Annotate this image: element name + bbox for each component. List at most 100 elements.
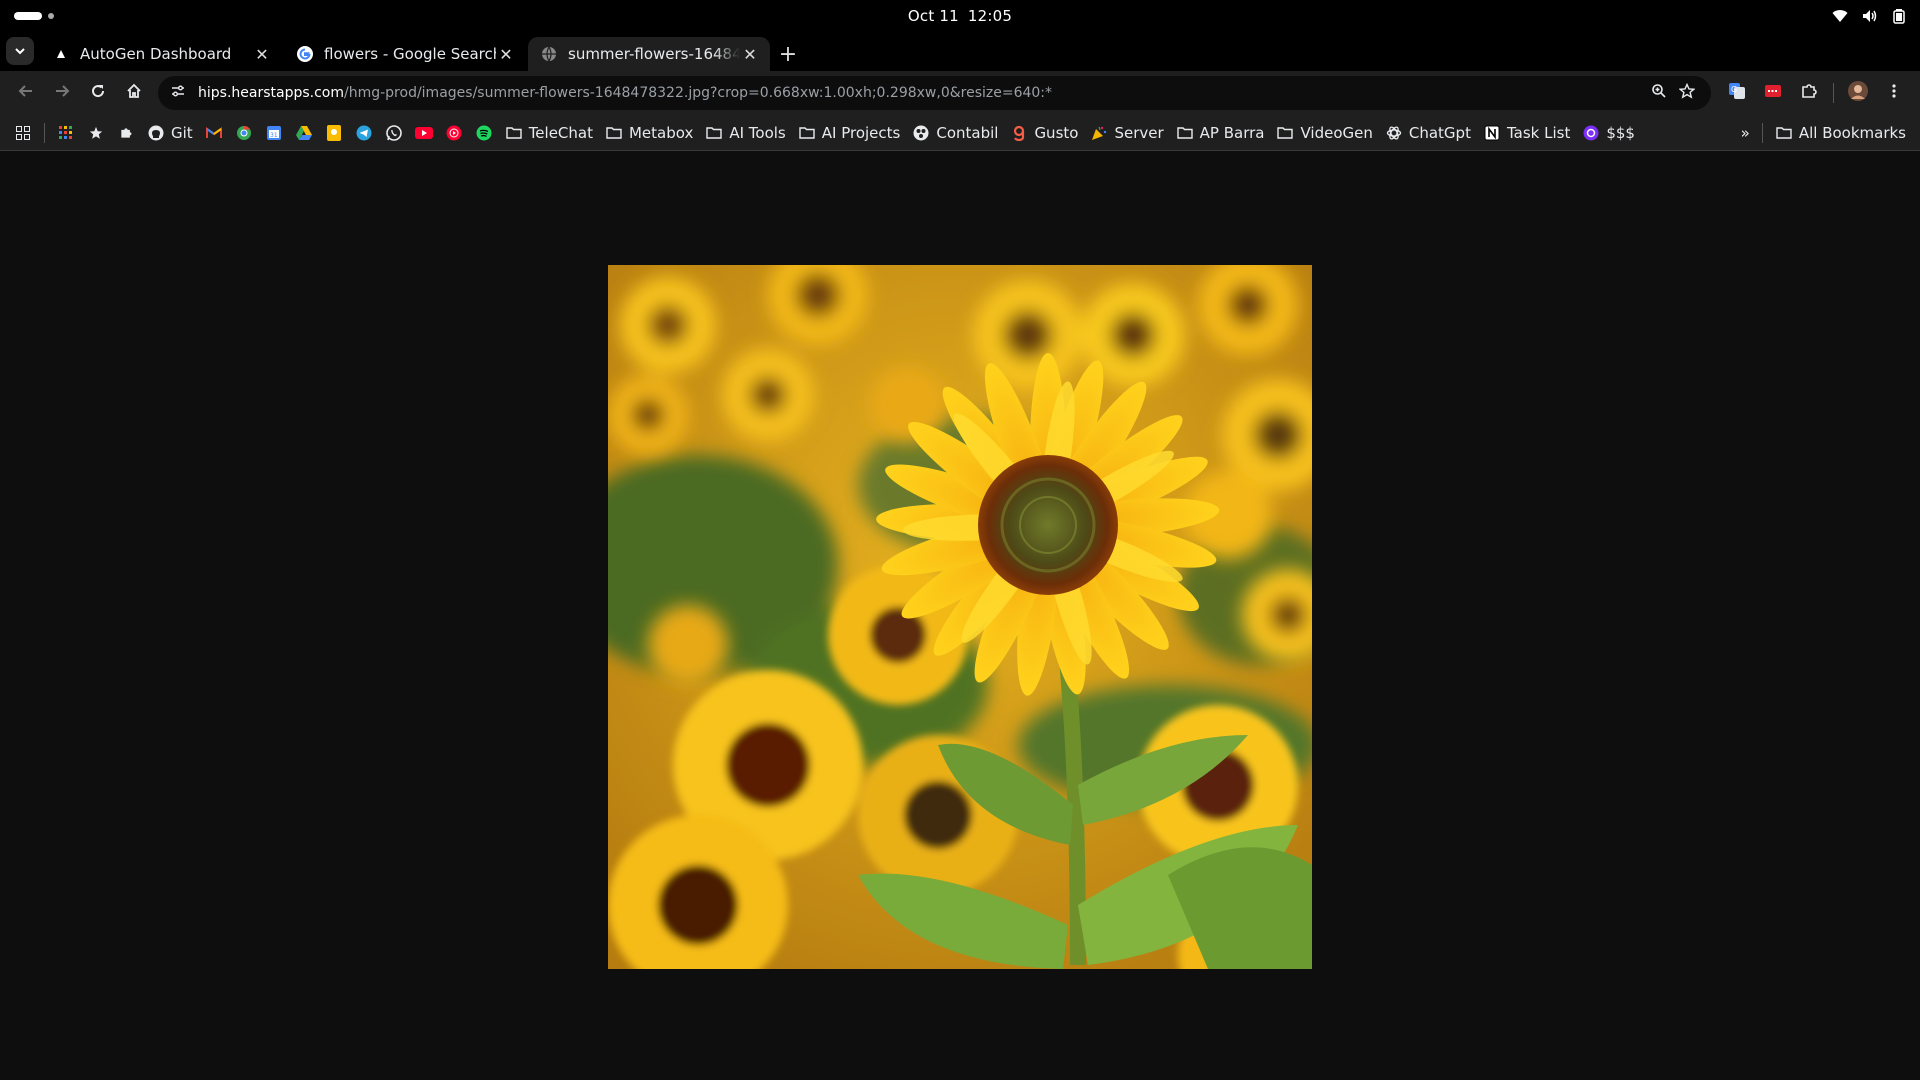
bookmark-label: VideoGen [1300, 123, 1373, 142]
autogen-triangle-icon [52, 45, 70, 63]
site-settings-icon[interactable] [170, 83, 186, 103]
bookmark-task-list[interactable]: Task List [1477, 119, 1576, 147]
back-button[interactable] [8, 75, 44, 111]
tab-autogen-dashboard[interactable]: AutoGen Dashboard ✕ [40, 37, 282, 71]
chrome-app-icon [235, 124, 253, 142]
bookmark-git[interactable]: Git [141, 119, 199, 147]
system-clock[interactable]: Oct 11 12:05 [906, 7, 1014, 25]
bookmark-keep[interactable] [319, 119, 349, 147]
bookmark-chatgpt[interactable]: ChatGpt [1379, 119, 1477, 147]
bookmark-label: AI Tools [729, 123, 786, 142]
forward-button[interactable] [44, 75, 80, 111]
bookmark-label: TeleChat [528, 123, 593, 142]
telegram-icon [355, 124, 373, 142]
close-icon[interactable]: ✕ [496, 44, 516, 64]
reload-button[interactable] [80, 75, 116, 111]
bookmarks-bar: Git 31 TeleChat Metabox AI Tools AI Proj… [0, 115, 1920, 151]
bookmark-whatsapp[interactable] [379, 119, 409, 147]
bookmark-label: Server [1114, 123, 1164, 142]
bookmark-folder-ai-projects[interactable]: AI Projects [792, 119, 907, 147]
sunflower-image[interactable] [608, 265, 1312, 969]
bookmark-label: $$$ [1606, 123, 1635, 142]
notion-icon [1483, 124, 1501, 142]
bookmark-label: ChatGpt [1408, 123, 1471, 142]
svg-text:G: G [1731, 85, 1737, 94]
bookmark-star[interactable] [81, 119, 111, 147]
youtube-music-icon [445, 124, 463, 142]
avatar [1847, 80, 1869, 106]
bookmark-apps[interactable] [8, 119, 38, 147]
puzzle-icon [117, 124, 135, 142]
globe-icon [540, 45, 558, 63]
bookmark-drive[interactable] [289, 119, 319, 147]
new-tab-button[interactable]: + [772, 37, 804, 71]
bookmark-chrome-app[interactable] [229, 119, 259, 147]
bookmark-spotify[interactable] [469, 119, 499, 147]
bookmark-label: AP Barra [1199, 123, 1265, 142]
spotify-icon [475, 124, 493, 142]
bookmark-puzzle[interactable] [111, 119, 141, 147]
sunflower-photo-illustration [608, 265, 1312, 969]
gusto-icon [1010, 124, 1028, 142]
profile-button[interactable] [1840, 75, 1876, 111]
calendar-icon: 31 [265, 124, 283, 142]
activities-button[interactable] [14, 11, 54, 20]
bookmark-label: AI Projects [821, 123, 901, 142]
close-icon[interactable]: ✕ [252, 44, 272, 64]
bookmark-label: Task List [1506, 123, 1571, 142]
contabil-icon [912, 124, 930, 142]
bookmark-gusto[interactable]: Gusto [1004, 119, 1084, 147]
url-text[interactable]: hips.hearstapps.com/hmg-prod/images/summ… [198, 85, 1645, 101]
folder-icon [505, 124, 523, 142]
chevron-double-right-icon: » [1740, 123, 1750, 142]
bookmark-folder-telechat[interactable]: TeleChat [499, 119, 599, 147]
bookmark-label: Contabil [936, 123, 999, 142]
bookmark-folder-ai-tools[interactable]: AI Tools [699, 119, 791, 147]
tab-search-button[interactable] [6, 37, 34, 65]
bookmark-money[interactable]: $$$ [1576, 119, 1641, 147]
zoom-button[interactable] [1645, 79, 1673, 107]
bookmark-telegram[interactable] [349, 119, 379, 147]
tab-summer-flowers[interactable]: summer-flowers-1648478322 ✕ [528, 37, 770, 71]
google-g-icon [296, 45, 314, 63]
url-host: hips.hearstapps.com [198, 85, 344, 101]
all-bookmarks-button[interactable]: All Bookmarks [1769, 119, 1912, 147]
svg-text:31: 31 [270, 132, 278, 139]
system-tray[interactable] [1832, 8, 1906, 24]
bookmark-star-button[interactable] [1673, 79, 1701, 107]
bookmark-folder-ap-barra[interactable]: AP Barra [1170, 119, 1271, 147]
bookmarks-divider [44, 122, 45, 143]
bookmark-label: Metabox [628, 123, 694, 142]
tab-title: flowers - Google Search [324, 45, 496, 63]
red-extension[interactable] [1755, 75, 1791, 111]
menu-button[interactable] [1876, 75, 1912, 111]
bookmark-label: Gusto [1034, 123, 1079, 142]
address-bar[interactable]: hips.hearstapps.com/hmg-prod/images/summ… [158, 76, 1711, 110]
bookmark-server[interactable]: Server [1084, 119, 1169, 147]
tab-flowers-google-search[interactable]: flowers - Google Search ✕ [284, 37, 526, 71]
volume-icon [1862, 9, 1878, 23]
bookmark-contabil[interactable]: Contabil [906, 119, 1004, 147]
bookmark-youtube[interactable] [409, 119, 439, 147]
google-translate-extension[interactable]: G [1719, 75, 1755, 111]
extensions-button[interactable] [1791, 75, 1827, 111]
bookmark-calendar[interactable]: 31 [259, 119, 289, 147]
tab-strip: AutoGen Dashboard ✕ flowers - Google Sea… [0, 31, 1920, 71]
bookmark-label: All Bookmarks [1798, 123, 1906, 142]
home-button[interactable] [116, 75, 152, 111]
kebab-menu-icon [1891, 83, 1897, 103]
arrow-left-icon [18, 83, 34, 103]
gmail-icon [205, 124, 223, 142]
home-icon [126, 83, 142, 103]
bookmark-folder-videogen[interactable]: VideoGen [1270, 119, 1378, 147]
bookmark-google-apps[interactable] [51, 119, 81, 147]
bookmarks-overflow-button[interactable]: » [1735, 119, 1756, 147]
bookmark-gmail[interactable] [199, 119, 229, 147]
bookmark-folder-metabox[interactable]: Metabox [599, 119, 699, 147]
battery-icon [1892, 8, 1906, 24]
keep-icon [325, 124, 343, 142]
bookmark-youtube-music[interactable] [439, 119, 469, 147]
close-icon[interactable]: ✕ [740, 44, 760, 64]
page-content [0, 151, 1920, 1080]
github-icon [147, 124, 165, 142]
